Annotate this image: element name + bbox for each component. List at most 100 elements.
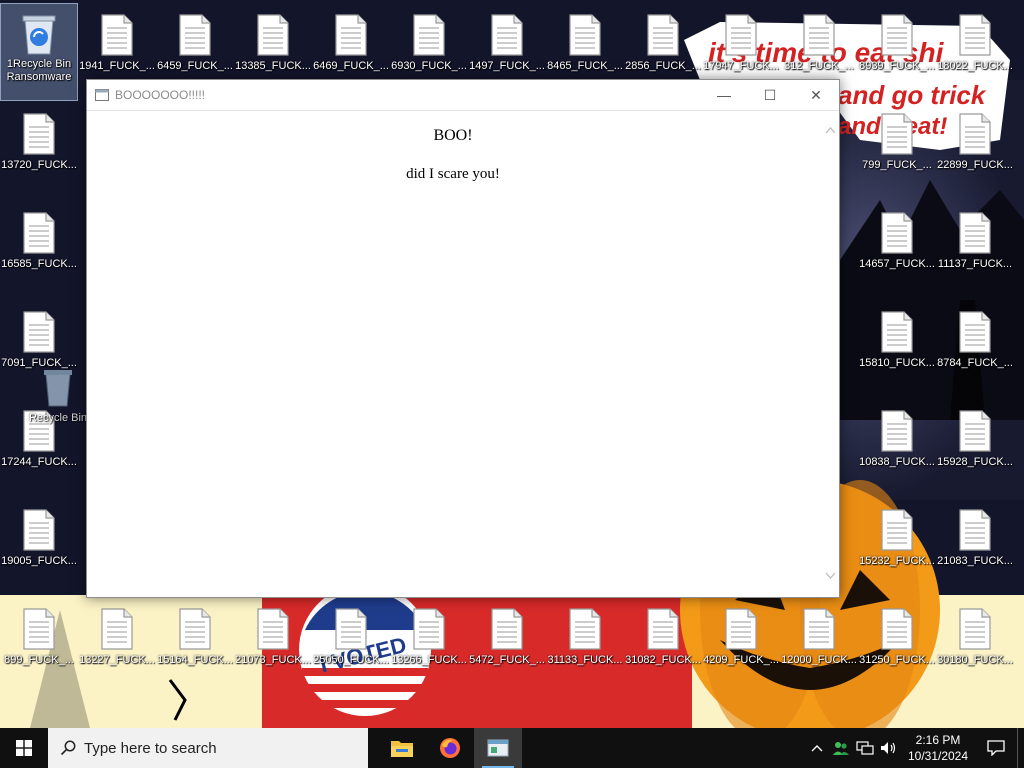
desktop-file-label: 4209_FUCK_... (703, 654, 779, 666)
recycle-bin-icon (22, 15, 56, 55)
desktop-file-shortcut[interactable]: 21073_FUCK... (235, 598, 311, 694)
text-file-icon (881, 113, 913, 155)
notification-icon (987, 740, 1005, 756)
desktop-file-shortcut[interactable]: 13227_FUCK... (79, 598, 155, 694)
window-title: BOOOOOOO!!!!! (115, 88, 206, 102)
desktop-file-shortcut[interactable]: 15928_FUCK... (937, 400, 1013, 496)
desktop-file-shortcut[interactable]: 25050_FUCK... (313, 598, 389, 694)
text-file-icon (959, 509, 991, 551)
recycle-bin-shortcut[interactable]: 1Recycle Bin Ransomware (0, 3, 78, 101)
desktop-file-shortcut[interactable]: 22899_FUCK... (937, 103, 1013, 199)
recycle-bin-ghost-shortcut[interactable]: Recycle Bin (20, 356, 96, 452)
desktop-file-label: 13385_FUCK... (235, 60, 311, 72)
desktop-file-label: 15164_FUCK... (157, 654, 233, 666)
desktop-file-shortcut[interactable]: 16585_FUCK... (1, 202, 77, 298)
windows-logo-icon (16, 740, 32, 756)
text-file-icon (725, 14, 757, 56)
taskbar: Type here to search 2:16 PM 10/31/2024 (0, 728, 1024, 768)
text-file-icon (959, 212, 991, 254)
desktop-file-shortcut[interactable]: 15810_FUCK... (859, 301, 935, 397)
desktop-file-label: 8465_FUCK_... (547, 60, 623, 72)
desktop-file-label: 17947_FUCK... (703, 60, 779, 72)
taskbar-clock[interactable]: 2:16 PM 10/31/2024 (901, 732, 975, 764)
desktop-file-shortcut[interactable]: 19005_FUCK... (1, 499, 77, 595)
text-file-icon (569, 608, 601, 650)
desktop-file-shortcut[interactable]: 14657_FUCK... (859, 202, 935, 298)
desktop-file-shortcut[interactable]: 15232_FUCK... (859, 499, 935, 595)
boo-window[interactable]: BOOOOOOO!!!!! — ☐ ✕ BOO! did I scare you… (86, 79, 840, 598)
desktop-file-shortcut[interactable]: 30180_FUCK... (937, 598, 1013, 694)
tray-people-button[interactable] (829, 728, 853, 768)
text-file-icon (881, 608, 913, 650)
desktop-file-shortcut[interactable]: 8939_FUCK_... (859, 4, 935, 100)
text-file-icon (647, 608, 679, 650)
show-desktop-button[interactable] (1017, 728, 1024, 768)
text-file-icon (23, 509, 55, 551)
desktop-file-label: 6459_FUCK_... (157, 60, 233, 72)
chevron-up-icon (811, 745, 823, 752)
text-file-icon (491, 608, 523, 650)
desktop-file-shortcut[interactable]: 31082_FUCK... (625, 598, 701, 694)
desktop-file-shortcut[interactable]: 31133_FUCK... (547, 598, 623, 694)
text-file-icon (179, 14, 211, 56)
close-button[interactable]: ✕ (793, 80, 839, 110)
desktop-file-label: 30180_FUCK... (937, 654, 1013, 666)
start-button[interactable] (0, 728, 48, 768)
taskbar-file-explorer[interactable] (378, 728, 426, 768)
desktop-file-shortcut[interactable]: 899_FUCK_... (1, 598, 77, 694)
text-file-icon (335, 608, 367, 650)
desktop-file-label: 8784_FUCK_... (937, 357, 1013, 369)
desktop-file-shortcut[interactable]: 31250_FUCK... (859, 598, 935, 694)
taskbar-boo-window[interactable] (474, 728, 522, 768)
desktop-file-shortcut[interactable]: 21083_FUCK... (937, 499, 1013, 595)
desktop-file-shortcut[interactable]: 4209_FUCK_... (703, 598, 779, 694)
desktop-file-shortcut[interactable]: 8784_FUCK_... (937, 301, 1013, 397)
desktop-file-label: 13720_FUCK... (1, 159, 77, 171)
text-file-icon (881, 212, 913, 254)
taskbar-search-box[interactable]: Type here to search (48, 728, 368, 768)
text-file-icon (257, 14, 289, 56)
desktop-file-shortcut[interactable]: 13720_FUCK... (1, 103, 77, 199)
window-app-icon (487, 739, 509, 757)
desktop-file-label: 21083_FUCK... (937, 555, 1013, 567)
desktop-file-shortcut[interactable]: 10838_FUCK... (859, 400, 935, 496)
close-icon: ✕ (810, 86, 822, 103)
desktop-file-shortcut[interactable]: 799_FUCK_... (859, 103, 935, 199)
window-titlebar[interactable]: BOOOOOOO!!!!! — ☐ ✕ (87, 80, 839, 111)
text-file-icon (413, 608, 445, 650)
scroll-up-arrow-icon[interactable] (825, 125, 836, 136)
desktop-file-label: 25050_FUCK... (313, 654, 389, 666)
tray-volume-button[interactable] (877, 728, 901, 768)
maximize-button[interactable]: ☐ (747, 80, 793, 110)
text-file-icon (491, 14, 523, 56)
clock-date: 10/31/2024 (907, 749, 969, 763)
search-placeholder: Type here to search (84, 739, 217, 757)
desktop-file-shortcut[interactable]: 13266_FUCK... (391, 598, 467, 694)
desktop-file-shortcut[interactable]: 12000_FUCK... (781, 598, 857, 694)
scroll-down-arrow-icon[interactable] (825, 570, 836, 581)
desktop-file-label: 12000_FUCK... (781, 654, 857, 666)
recycle-bin-label: 1Recycle Bin (6, 58, 72, 70)
desktop-file-label: 22899_FUCK... (937, 159, 1013, 171)
desktop-file-label: 31250_FUCK... (859, 654, 935, 666)
minimize-icon: — (717, 87, 731, 103)
minimize-button[interactable]: — (701, 80, 747, 110)
tray-overflow-button[interactable] (805, 728, 829, 768)
desktop-file-label: 1497_FUCK_... (469, 60, 545, 72)
text-file-icon (803, 14, 835, 56)
desktop-file-label: 19005_FUCK... (1, 555, 77, 567)
desktop-file-shortcut[interactable]: 15164_FUCK... (157, 598, 233, 694)
desktop-file-shortcut[interactable]: 11137_FUCK... (937, 202, 1013, 298)
desktop-file-label: 13227_FUCK... (79, 654, 155, 666)
boo-heading: BOO! (433, 127, 473, 144)
desktop-file-label: 17244_FUCK... (1, 456, 77, 468)
taskbar-firefox[interactable] (426, 728, 474, 768)
window-app-icon (95, 89, 109, 101)
tray-network-button[interactable] (853, 728, 877, 768)
vertical-scrollbar[interactable] (822, 111, 839, 597)
action-center-button[interactable] (975, 728, 1017, 768)
text-file-icon (725, 608, 757, 650)
desktop-file-label: 5472_FUCK_... (469, 654, 545, 666)
desktop-file-shortcut[interactable]: 18022_FUCK... (937, 4, 1013, 100)
desktop-file-shortcut[interactable]: 5472_FUCK_... (469, 598, 545, 694)
